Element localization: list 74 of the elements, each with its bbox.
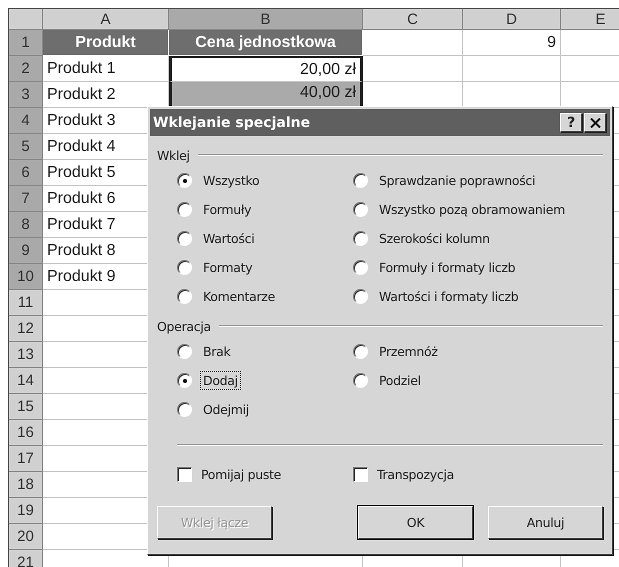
column-header[interactable]: E bbox=[561, 9, 619, 30]
radio-label[interactable]: Sprawdzanie poprawności bbox=[376, 171, 538, 190]
checkbox-label[interactable]: Pomijaj puste bbox=[201, 466, 282, 482]
checkbox[interactable] bbox=[177, 466, 192, 482]
radio-label[interactable]: Dodaj bbox=[200, 371, 241, 390]
radio-button[interactable] bbox=[353, 173, 368, 188]
checkbox-label[interactable]: Transpozycja bbox=[377, 466, 454, 482]
radio-button[interactable] bbox=[353, 344, 368, 359]
radio-label[interactable]: Podziel bbox=[376, 371, 424, 390]
radio-button[interactable] bbox=[177, 231, 192, 246]
radio-label[interactable]: Formuły bbox=[200, 200, 254, 219]
table-cell[interactable]: 40,00 zł bbox=[169, 82, 363, 108]
dialog-button[interactable]: Anuluj bbox=[488, 506, 603, 539]
row-header[interactable]: 5 bbox=[9, 134, 43, 160]
radio-button[interactable] bbox=[353, 373, 368, 388]
radio-button[interactable] bbox=[177, 202, 192, 217]
table-cell[interactable]: Produkt 1 bbox=[43, 56, 169, 82]
row-header[interactable]: 12 bbox=[9, 316, 43, 342]
row-header[interactable]: 11 bbox=[9, 290, 43, 316]
close-button[interactable] bbox=[584, 113, 606, 132]
radio-label[interactable]: Wszystko bbox=[200, 171, 262, 190]
row-header[interactable]: 18 bbox=[9, 472, 43, 498]
row-header[interactable]: 17 bbox=[9, 446, 43, 472]
table-cell[interactable] bbox=[363, 30, 463, 56]
row-header[interactable]: 14 bbox=[9, 368, 43, 394]
radio-label[interactable]: Odejmij bbox=[200, 400, 252, 419]
radio-button[interactable] bbox=[353, 289, 368, 304]
row-header[interactable]: 3 bbox=[9, 82, 43, 108]
radio-label[interactable]: Przemnóż bbox=[376, 342, 441, 361]
checkbox[interactable] bbox=[353, 466, 368, 482]
row-header[interactable]: 13 bbox=[9, 342, 43, 368]
row-header[interactable]: 1 bbox=[9, 30, 43, 56]
row-header[interactable]: 15 bbox=[9, 394, 43, 420]
radio-button[interactable] bbox=[353, 260, 368, 275]
row-header[interactable]: 21 bbox=[9, 550, 43, 567]
radio-button[interactable] bbox=[177, 373, 192, 388]
radio-label[interactable]: Szerokości kolumn bbox=[376, 229, 493, 248]
radio-button[interactable] bbox=[353, 231, 368, 246]
row-header[interactable]: 10 bbox=[9, 264, 43, 290]
column-title-cell[interactable]: Cena jednostkowa bbox=[169, 30, 363, 56]
row-header[interactable]: 2 bbox=[9, 56, 43, 82]
radio-label[interactable]: Wartości i formaty liczb bbox=[376, 287, 522, 306]
radio-label[interactable]: Formuły i formaty liczb bbox=[376, 258, 518, 277]
close-icon bbox=[590, 118, 600, 128]
radio-button[interactable] bbox=[353, 202, 368, 217]
radio-button[interactable] bbox=[177, 402, 192, 417]
radio-button[interactable] bbox=[177, 260, 192, 275]
table-cell[interactable] bbox=[463, 56, 561, 82]
row-header[interactable]: 4 bbox=[9, 108, 43, 134]
row-header[interactable]: 20 bbox=[9, 524, 43, 550]
column-header[interactable]: D bbox=[463, 9, 561, 30]
radio-label[interactable]: Wszystko pozą obramowaniem bbox=[376, 200, 568, 219]
table-cell[interactable]: 9 bbox=[463, 30, 561, 56]
column-title-cell[interactable]: Produkt bbox=[43, 30, 169, 56]
row-header[interactable]: 7 bbox=[9, 186, 43, 212]
table-cell[interactable] bbox=[363, 56, 463, 82]
radio-label[interactable]: Brak bbox=[200, 342, 234, 361]
row-header[interactable]: 8 bbox=[9, 212, 43, 238]
radio-label[interactable]: Wartości bbox=[200, 229, 258, 248]
row-header[interactable]: 6 bbox=[9, 160, 43, 186]
radio-button[interactable] bbox=[177, 289, 192, 304]
row-header[interactable]: 19 bbox=[9, 498, 43, 524]
radio-label[interactable]: Komentarze bbox=[200, 287, 278, 306]
dialog-button[interactable]: OK bbox=[358, 506, 473, 539]
group-label: Operacja bbox=[157, 318, 211, 334]
radio-label[interactable]: Formaty bbox=[200, 258, 256, 277]
column-header[interactable]: A bbox=[43, 9, 169, 30]
help-button[interactable]: ? bbox=[560, 113, 582, 132]
radio-button[interactable] bbox=[177, 173, 192, 188]
column-header[interactable]: C bbox=[363, 9, 463, 30]
column-header[interactable]: B bbox=[169, 9, 363, 30]
radio-button[interactable] bbox=[177, 344, 192, 359]
row-header[interactable]: 9 bbox=[9, 238, 43, 264]
row-header[interactable]: 16 bbox=[9, 420, 43, 446]
